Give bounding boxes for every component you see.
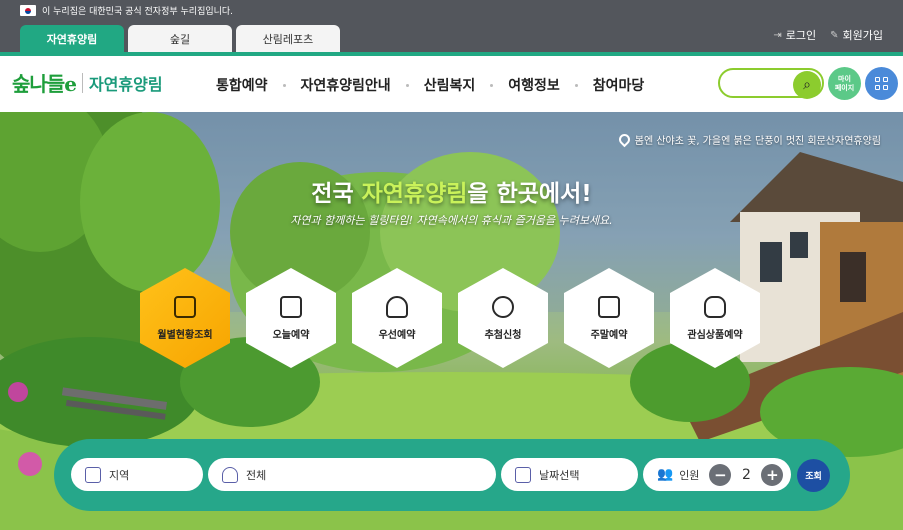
forest-label: 전체	[246, 468, 267, 482]
quick-label: 주말예약	[590, 329, 628, 341]
people-minus-button[interactable]: −	[709, 463, 732, 486]
nav-integrated-booking[interactable]: 통합예약	[205, 75, 279, 95]
house-pin-icon	[222, 466, 238, 483]
gov-notice-text: 이 누리집은 대한민국 공식 전자정부 누리집입니다.	[42, 7, 234, 17]
calendar-check-icon	[280, 295, 302, 318]
quick-wishlist-booking[interactable]: 관심상품예약	[670, 268, 760, 368]
gov-notice: 이 누리집은 대한민국 공식 전자정부 누리집입니다.	[20, 4, 233, 17]
mypage-label: 마이 페이지	[834, 74, 855, 92]
pointer-hand-icon	[704, 295, 726, 318]
nav-community[interactable]: 참여마당	[582, 75, 656, 95]
hero-location: 봄엔 산야초 꽃, 가을엔 붉은 단풍이 멋진 회문산자연휴양림	[616, 131, 881, 148]
logo-mark: 숲나들e	[12, 72, 77, 96]
nav-separator	[282, 83, 286, 87]
nav-separator	[490, 83, 494, 87]
gov-top-bar: 이 누리집은 대한민국 공식 전자정부 누리집입니다. 자연휴양림 숲길 산림레…	[0, 0, 903, 52]
login-label: 로그인	[785, 29, 817, 42]
edit-icon: ✎	[830, 29, 839, 41]
hero-subtitle: 자연과 함께하는 힐링타임! 자연속에서의 휴식과 즐거움을 누려보세요.	[290, 214, 613, 227]
quick-label: 월별현황조회	[157, 329, 213, 341]
signup-link[interactable]: ✎ 회원가입	[830, 27, 883, 43]
search-input[interactable]: ⌕	[718, 68, 824, 99]
hero-title-highlight: 자연휴양림	[361, 181, 468, 207]
nav-forest-welfare[interactable]: 산림복지	[413, 75, 487, 95]
search-icon: ⌕	[803, 77, 811, 93]
hero-title-suffix: 을 한곳에서!	[467, 181, 592, 207]
quick-menu: 월별현황조회 오늘예약 우선예약 추첨신청 주말예약 관심상품예약	[140, 268, 760, 368]
site-logo[interactable]: 숲나들e 자연휴양림	[12, 68, 163, 97]
hero-location-text: 봄엔 산야초 꽃, 가을엔 붉은 단풍이 멋진 회문산자연휴양림	[634, 136, 881, 147]
quick-today-booking[interactable]: 오늘예약	[246, 268, 336, 368]
location-pin-icon	[616, 131, 633, 148]
login-icon: ⇥	[773, 29, 782, 41]
nav-forest-guide[interactable]: 자연휴양림안내	[290, 75, 402, 95]
people-count: 2	[741, 466, 751, 483]
quick-priority-booking[interactable]: 우선예약	[352, 268, 442, 368]
calendar-icon	[515, 466, 531, 483]
site-tabs: 자연휴양림 숲길 산림레포츠	[20, 25, 340, 52]
region-label: 지역	[109, 468, 130, 482]
hero-banner: 봄엔 산야초 꽃, 가을엔 붉은 단풍이 멋진 회문산자연휴양림 전국 자연휴양…	[0, 112, 903, 530]
tab-recreation-forest[interactable]: 자연휴양림	[20, 25, 124, 52]
people-label: 인원	[679, 468, 700, 482]
calendar-grid-icon	[174, 295, 196, 318]
quick-weekend-booking[interactable]: 주말예약	[564, 268, 654, 368]
hero-title: 전국 자연휴양림을 한곳에서!	[0, 174, 903, 208]
hero-title-prefix: 전국	[311, 181, 362, 207]
region-select[interactable]: 지역	[71, 458, 203, 491]
submit-search-button[interactable]: 조회	[797, 459, 830, 492]
all-menu-button[interactable]	[865, 67, 898, 100]
date-picker[interactable]: 날짜선택	[501, 458, 638, 491]
people-plus-button[interactable]: +	[761, 463, 784, 486]
people-stepper: 👥 인원 − 2 +	[643, 458, 791, 491]
auth-links: ⇥ 로그인 ✎ 회원가입	[773, 27, 883, 43]
logo-divider	[81, 72, 83, 93]
forest-select[interactable]: 전체	[208, 458, 496, 491]
quick-label: 추첨신청	[484, 329, 522, 341]
nav-separator	[574, 83, 578, 87]
quick-label: 우선예약	[378, 329, 416, 341]
mypage-button[interactable]: 마이 페이지	[828, 67, 861, 100]
logo-text: 자연휴양림	[88, 74, 163, 94]
tab-forest-sports[interactable]: 산림레포츠	[236, 25, 340, 52]
map-icon	[85, 466, 101, 483]
korea-flag-icon	[20, 5, 36, 16]
quick-label: 오늘예약	[272, 329, 310, 341]
hand-house-icon	[386, 295, 408, 318]
tab-forest-trail[interactable]: 숲길	[128, 25, 232, 52]
booking-search-bar: 지역 전체 날짜선택 👥 인원 − 2 + 조회	[54, 439, 850, 511]
grid-menu-icon	[875, 77, 888, 90]
quick-lottery[interactable]: 추첨신청	[458, 268, 548, 368]
signup-label: 회원가입	[842, 29, 883, 42]
quick-monthly-status[interactable]: 월별현황조회	[140, 268, 230, 368]
calendar-dots-icon	[598, 295, 620, 318]
search-button[interactable]: ⌕	[793, 71, 821, 99]
login-link[interactable]: ⇥ 로그인	[773, 27, 816, 43]
nav-separator	[405, 83, 409, 87]
date-label: 날짜선택	[539, 468, 580, 482]
main-nav: 통합예약 자연휴양림안내 산림복지 여행정보 참여마당	[205, 75, 655, 95]
main-header: 숲나들e 자연휴양림 통합예약 자연휴양림안내 산림복지 여행정보 참여마당 ⌕…	[0, 56, 903, 112]
nav-travel-info[interactable]: 여행정보	[497, 75, 571, 95]
quick-label: 관심상품예약	[687, 329, 743, 341]
people-icon: 👥	[657, 467, 674, 482]
star-person-icon	[492, 295, 514, 318]
